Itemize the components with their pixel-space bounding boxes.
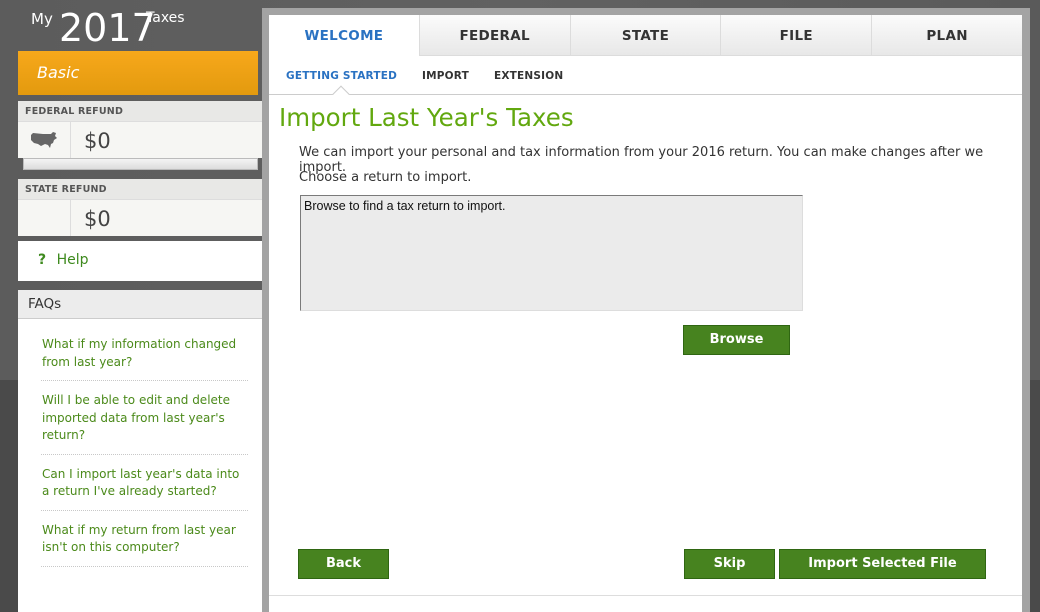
state-icon-cell (18, 200, 71, 236)
subtab-extension[interactable]: EXTENSION (494, 56, 563, 94)
state-refund-label: STATE REFUND (18, 179, 268, 199)
help-link[interactable]: ? Help (18, 241, 262, 281)
tab-plan[interactable]: PLAN (871, 15, 1022, 56)
help-icon: ? (38, 252, 47, 268)
faq-panel: FAQs What if my information changed from… (18, 290, 262, 612)
main-tabs: WELCOME FEDERAL STATE FILE PLAN (269, 15, 1022, 56)
file-selection-box[interactable]: Browse to find a tax return to import. (300, 195, 803, 311)
federal-refund-panel[interactable]: FEDERAL REFUND $0 (18, 101, 268, 158)
brand-my: My (31, 10, 53, 28)
back-button[interactable]: Back (298, 549, 389, 579)
plan-badge[interactable]: Basic (18, 51, 258, 95)
us-map-icon (18, 122, 71, 158)
tab-state[interactable]: STATE (569, 15, 721, 56)
subtab-import[interactable]: IMPORT (422, 56, 469, 94)
brand-taxes: Taxes (146, 10, 185, 26)
tab-welcome[interactable]: WELCOME (269, 15, 419, 56)
choose-text: Choose a return to import. (299, 170, 472, 185)
federal-refund-amount: $0 (84, 129, 111, 153)
state-refund-row: $0 (18, 199, 268, 236)
faq-header: FAQs (18, 290, 262, 319)
federal-refund-bar (23, 158, 258, 170)
faq-list: What if my information changed from last… (18, 319, 262, 567)
brand-year: 2017 (59, 6, 156, 50)
faq-item[interactable]: What if my return from last year isn't o… (41, 511, 248, 567)
faq-item[interactable]: Can I import last year's data into a ret… (41, 455, 248, 511)
faq-item[interactable]: What if my information changed from last… (41, 331, 248, 381)
faq-item[interactable]: Will I be able to edit and delete import… (41, 381, 248, 455)
tab-file[interactable]: FILE (720, 15, 872, 56)
browse-button[interactable]: Browse (683, 325, 790, 355)
tab-federal[interactable]: FEDERAL (418, 15, 570, 56)
app-brand: My 2017 Taxes (18, 0, 262, 50)
import-selected-file-button[interactable]: Import Selected File (779, 549, 986, 579)
skip-button[interactable]: Skip (684, 549, 775, 579)
main-content: WELCOME FEDERAL STATE FILE PLAN GETTING … (269, 15, 1022, 612)
state-refund-panel[interactable]: STATE REFUND $0 (18, 179, 268, 236)
page-title: Import Last Year's Taxes (279, 103, 574, 132)
footer-divider (269, 595, 1022, 596)
state-refund-amount: $0 (84, 207, 111, 231)
help-label: Help (56, 252, 89, 268)
sub-tabs: GETTING STARTED IMPORT EXTENSION (269, 56, 1022, 103)
federal-refund-row: $0 (18, 121, 268, 158)
federal-refund-label: FEDERAL REFUND (18, 101, 268, 121)
